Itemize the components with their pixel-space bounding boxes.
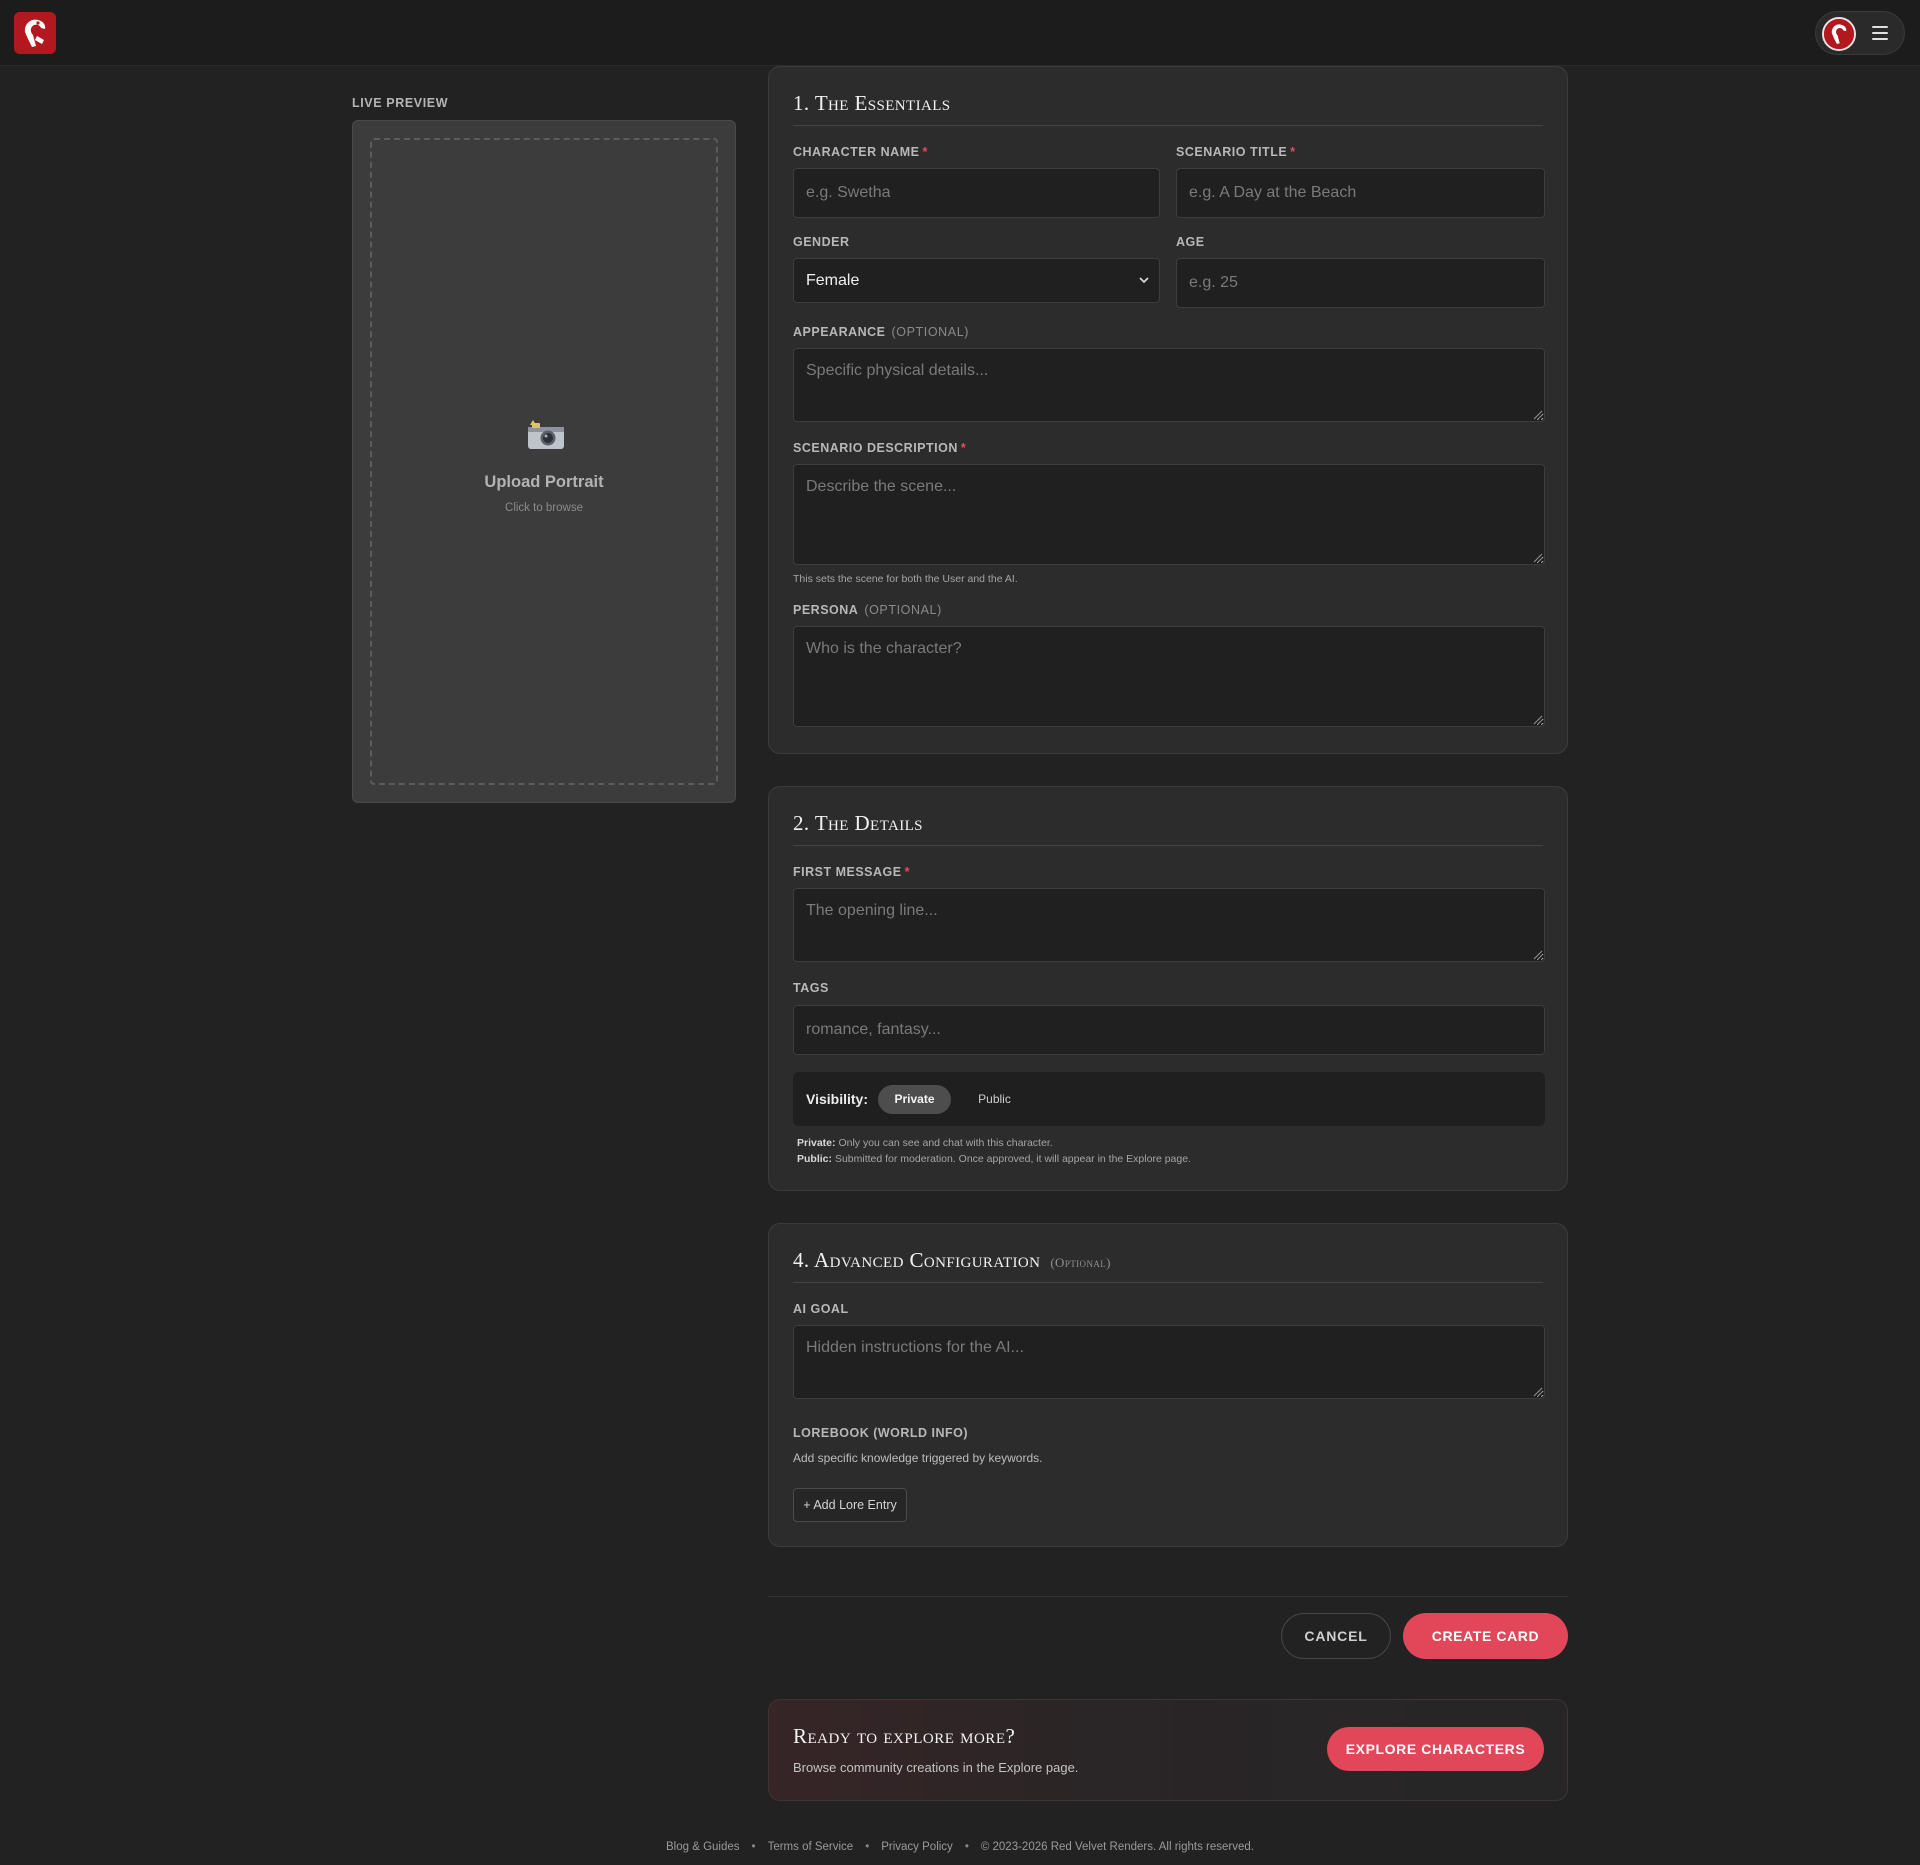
footer-link-blog[interactable]: Blog & Guides — [666, 1841, 740, 1853]
upload-portrait-dropzone[interactable]: Upload Portrait Click to browse — [370, 138, 718, 785]
section-title-details: 2. The Details — [793, 811, 923, 835]
first-message-label: FIRST MESSAGE * — [793, 865, 910, 879]
add-lore-entry-button[interactable]: + Add Lore Entry — [793, 1488, 907, 1522]
explore-banner-subtitle: Browse community creations in the Explor… — [793, 1760, 1079, 1775]
scenario-title-label: SCENARIO TITLE * — [1176, 145, 1296, 159]
explore-banner: Ready to explore more? Browse community … — [768, 1699, 1568, 1801]
details-section: 2. The Details FIRST MESSAGE* TAGS Visib… — [768, 786, 1568, 1191]
required-marker: * — [1290, 145, 1296, 159]
essentials-section: 1. The Essentials CHARACTER NAME* SCENAR… — [768, 66, 1568, 754]
upload-portrait-hint: Click to browse — [505, 502, 583, 514]
footer: Blog & Guides • Terms of Service • Privacy P… — [0, 1841, 1920, 1853]
advanced-configuration-section: 4. Advanced Configuration (Optional) AI G… — [768, 1223, 1568, 1547]
ai-goal-textarea[interactable] — [793, 1325, 1545, 1399]
footer-link-terms[interactable]: Terms of Service — [768, 1841, 854, 1853]
visibility-toggle-bar: Visibility: Private Public — [793, 1072, 1545, 1126]
hamburger-menu-icon[interactable] — [1872, 26, 1888, 40]
lorebook-description: Add specific knowledge triggered by keyw… — [793, 1451, 1043, 1465]
cancel-button[interactable]: CANCEL — [1281, 1613, 1391, 1659]
explore-characters-button[interactable]: EXPLORE CHARACTERS — [1327, 1727, 1544, 1771]
footer-separator: • — [964, 1841, 969, 1853]
upload-portrait-title: Upload Portrait — [484, 473, 604, 491]
visibility-public-option[interactable]: Public — [963, 1085, 1026, 1114]
required-marker: * — [922, 145, 928, 159]
create-card-button[interactable]: CREATE CARD — [1403, 1613, 1568, 1659]
user-menu-button[interactable] — [1815, 11, 1905, 55]
footer-copyright: © 2023-2026 Red Velvet Renders. All righ… — [980, 1841, 1254, 1853]
bird-avatar-icon — [1824, 19, 1854, 49]
live-preview-card: Upload Portrait Click to browse — [352, 120, 736, 803]
section-title-advanced: 4. Advanced Configuration (Optional) — [793, 1248, 1111, 1272]
live-preview-label: LIVE PREVIEW — [352, 96, 449, 110]
persona-label: PERSONA (OPTIONAL) — [793, 603, 942, 617]
visibility-label: Visibility: — [806, 1091, 868, 1107]
scenario-description-textarea[interactable] — [793, 464, 1545, 565]
avatar — [1822, 17, 1856, 51]
optional-marker: (OPTIONAL) — [864, 603, 942, 617]
persona-textarea[interactable] — [793, 626, 1545, 727]
section-divider — [793, 845, 1543, 846]
required-marker: * — [904, 865, 910, 879]
footer-separator: • — [751, 1841, 756, 1853]
section-title-essentials: 1. The Essentials — [793, 91, 951, 115]
optional-marker: (OPTIONAL) — [891, 325, 970, 339]
scenario-title-input[interactable] — [1176, 168, 1545, 218]
character-name-input[interactable] — [793, 168, 1160, 218]
bird-logo-icon — [14, 12, 56, 54]
tags-input[interactable] — [793, 1005, 1545, 1055]
scenario-description-helper: This sets the scene for both the User an… — [793, 573, 1018, 585]
visibility-public-note: Public: Submitted for moderation. Once a… — [797, 1153, 1191, 1165]
explore-banner-title: Ready to explore more? — [793, 1724, 1016, 1748]
appearance-textarea[interactable] — [793, 348, 1545, 422]
visibility-private-note: Private: Only you can see and chat with … — [797, 1137, 1053, 1149]
first-message-textarea[interactable] — [793, 888, 1545, 962]
gender-label: GENDER — [793, 235, 850, 249]
age-input[interactable] — [1176, 258, 1545, 308]
ai-goal-label: AI GOAL — [793, 1302, 849, 1316]
optional-marker: (Optional) — [1050, 1255, 1111, 1270]
visibility-private-option[interactable]: Private — [878, 1085, 951, 1114]
required-marker: * — [960, 441, 967, 455]
character-name-label: CHARACTER NAME * — [793, 145, 928, 159]
logo[interactable] — [14, 12, 56, 54]
top-navigation-bar — [0, 0, 1920, 66]
section-divider — [793, 1282, 1543, 1283]
scenario-description-label: SCENARIO DESCRIPTION * — [793, 441, 967, 455]
footer-link-privacy[interactable]: Privacy Policy — [881, 1841, 953, 1853]
lorebook-label: LOREBOOK (WORLD INFO) — [793, 1426, 969, 1440]
footer-separator: • — [865, 1841, 870, 1853]
section-divider — [793, 125, 1543, 126]
gender-select[interactable]: Female — [793, 258, 1160, 303]
actions-divider — [768, 1596, 1568, 1597]
appearance-label: APPEARANCE (OPTIONAL) — [793, 325, 970, 339]
tags-label: TAGS — [793, 981, 829, 995]
age-label: AGE — [1176, 235, 1205, 249]
camera-icon — [528, 420, 564, 449]
